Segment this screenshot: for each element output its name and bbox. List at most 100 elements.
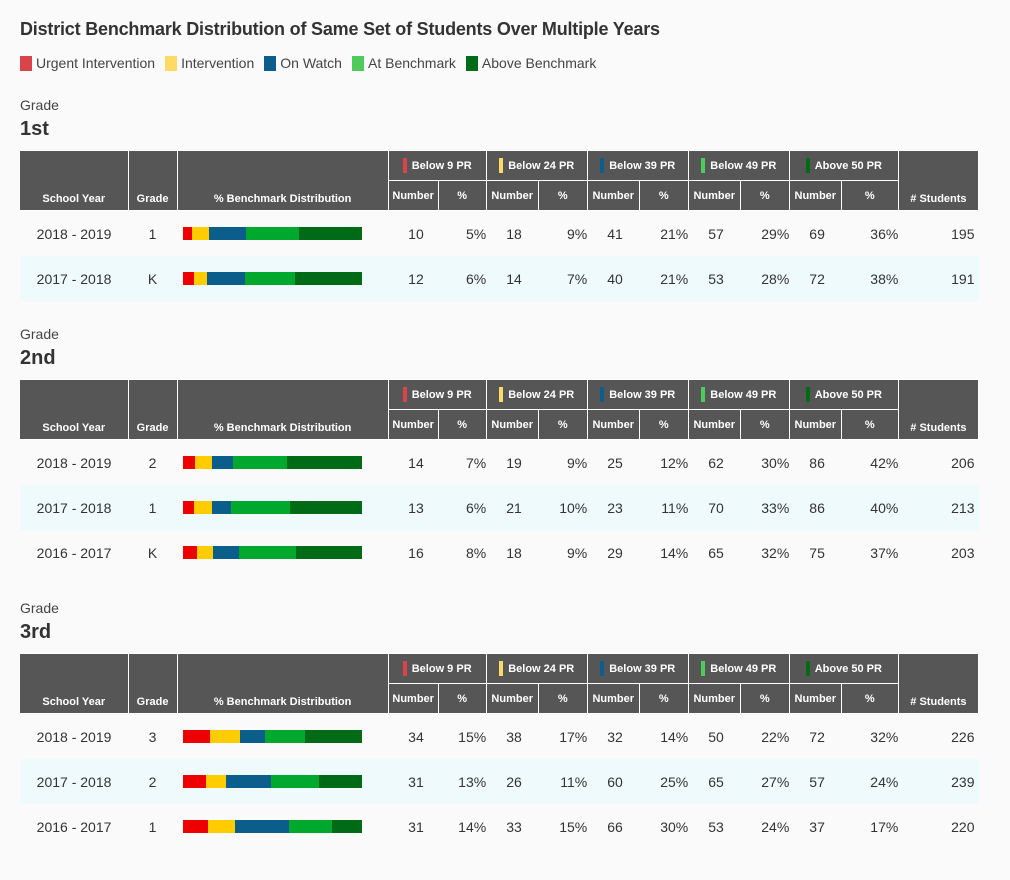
- students-cell: 226: [951, 728, 975, 745]
- number-cell: 70: [688, 485, 741, 530]
- column-header-percent: %: [638, 683, 689, 714]
- number-cell: 37: [809, 818, 825, 835]
- school-year-cell: 2017 - 2018: [20, 256, 129, 301]
- column-header-percent: %: [537, 683, 588, 714]
- legend-label: Urgent Intervention: [36, 55, 156, 71]
- percent-cell: 21%: [639, 256, 689, 301]
- grade-cell: 1: [148, 818, 157, 835]
- pr-head: Below 39 PR: [588, 387, 688, 402]
- bar-segment-at: [288, 820, 332, 833]
- percent-cell: 15%: [458, 728, 487, 745]
- number-cell: 41: [607, 225, 623, 242]
- bar-segment-urgent: [183, 456, 196, 469]
- number-cell: 29: [607, 544, 623, 561]
- benchmark-distribution-bar: [183, 775, 363, 788]
- column-header-percent: %: [537, 180, 588, 211]
- bar-segment-above: [295, 546, 363, 559]
- column-header-number: Number: [687, 180, 741, 211]
- bar-segment-above: [305, 730, 363, 743]
- column-group-header: Below 9 PR: [387, 379, 487, 410]
- bar-segment-above: [289, 501, 363, 514]
- pr-head: Below 39 PR: [588, 158, 688, 173]
- pr-label: Below 39 PR: [609, 662, 676, 675]
- distribution-cell: [177, 485, 389, 530]
- grade-cell: K: [128, 256, 178, 301]
- school-year-cell: 2016 - 2017: [36, 818, 112, 835]
- percent-cell: 11%: [538, 759, 588, 804]
- legend-swatch-icon: [264, 55, 277, 71]
- benchmark-distribution-bar: [183, 272, 363, 285]
- color-marker-icon: [600, 387, 605, 402]
- color-marker-icon: [701, 387, 706, 402]
- bar-segment-urgent: [183, 775, 207, 788]
- percent-cell: 37%: [870, 544, 899, 561]
- bar-segment-urgent: [183, 227, 193, 240]
- grade-label: Grade: [20, 600, 59, 616]
- pr-label: Below 49 PR: [710, 159, 777, 172]
- bar-segment-above: [319, 775, 363, 788]
- number-cell: 65: [708, 544, 724, 561]
- column-group-header: Above 50 PR: [788, 653, 899, 684]
- legend-swatch-icon: [165, 55, 178, 71]
- column-header-distribution: % Benchmark Distribution: [176, 150, 389, 211]
- percent-cell: 8%: [465, 544, 487, 561]
- column-header-percent: %: [437, 409, 487, 440]
- pr-head: Below 24 PR: [487, 661, 587, 676]
- column-header-number: Number: [387, 683, 439, 714]
- percent-cell: 21%: [660, 225, 689, 242]
- column-header-number: Number: [485, 409, 539, 440]
- column-header-school-year: School Year: [20, 653, 129, 714]
- header-row: School Year Grade% Benchmark Distribution…: [20, 150, 980, 211]
- bar-segment-urgent: [183, 730, 210, 743]
- bar-segment-watch: [211, 456, 234, 469]
- grade-cell: 2: [148, 454, 157, 471]
- bar-segment-watch: [208, 227, 247, 240]
- column-header-percent: %: [638, 409, 689, 440]
- column-header-distribution: % Benchmark Distribution: [176, 653, 389, 714]
- school-year-cell: 2017 - 2018: [20, 485, 129, 530]
- column-header-number: Number: [485, 683, 539, 714]
- grade-cell: 1: [148, 225, 157, 242]
- pr-head: Below 9 PR: [389, 387, 486, 402]
- percent-cell: 9%: [567, 225, 588, 242]
- benchmark-distribution-bar: [183, 456, 363, 469]
- grade-section: Grade 2nd School Year Grade% Benchmark Dist…: [20, 325, 990, 575]
- number-cell: 31: [388, 759, 439, 804]
- legend-label: On Watch: [280, 55, 342, 71]
- number-cell: 34: [408, 728, 424, 745]
- bar-segment-above: [331, 820, 363, 833]
- color-marker-icon: [499, 387, 504, 402]
- percent-cell: 7%: [465, 454, 487, 471]
- benchmark-distribution-bar: [183, 820, 363, 833]
- number-cell: 62: [708, 454, 724, 471]
- pr-head: Below 24 PR: [487, 158, 587, 173]
- school-year-cell: 2018 - 2019: [36, 454, 112, 471]
- percent-cell: 5%: [465, 225, 487, 242]
- school-year-cell: 2017 - 2018: [20, 759, 129, 804]
- grade-heading: 2nd: [20, 347, 56, 369]
- table-row: 2017 - 2018 1 13 6% 21 10% 23 11% 70 33% 86 40% 213: [20, 485, 979, 530]
- number-cell: 18: [506, 544, 522, 561]
- table-row: 2017 - 2018 K 12 6% 14 7% 40 21% 53 28% 72 38% 191: [20, 256, 979, 301]
- percent-cell: 14%: [458, 818, 487, 835]
- distribution-cell: [177, 256, 389, 301]
- pr-label: Below 9 PR: [411, 662, 472, 675]
- bar-segment-at: [238, 546, 296, 559]
- number-cell: 66: [607, 818, 623, 835]
- percent-cell: 17%: [559, 728, 588, 745]
- percent-cell: 27%: [740, 759, 790, 804]
- bar-segment-at: [270, 775, 320, 788]
- page: District Benchmark Distribution of Same …: [0, 0, 1010, 849]
- column-header-number: Number: [788, 409, 842, 440]
- percent-cell: 10%: [538, 485, 588, 530]
- number-cell: 32: [607, 728, 623, 745]
- pr-label: Above 50 PR: [814, 159, 882, 172]
- number-cell: 40: [587, 256, 640, 301]
- column-header-percent: %: [638, 180, 689, 211]
- percent-cell: 12%: [660, 454, 689, 471]
- column-header-number: Number: [586, 180, 640, 211]
- percent-cell: 32%: [761, 544, 790, 561]
- column-header-percent: %: [739, 683, 790, 714]
- bar-segment-intervention: [194, 272, 208, 285]
- pr-head: Below 24 PR: [487, 387, 587, 402]
